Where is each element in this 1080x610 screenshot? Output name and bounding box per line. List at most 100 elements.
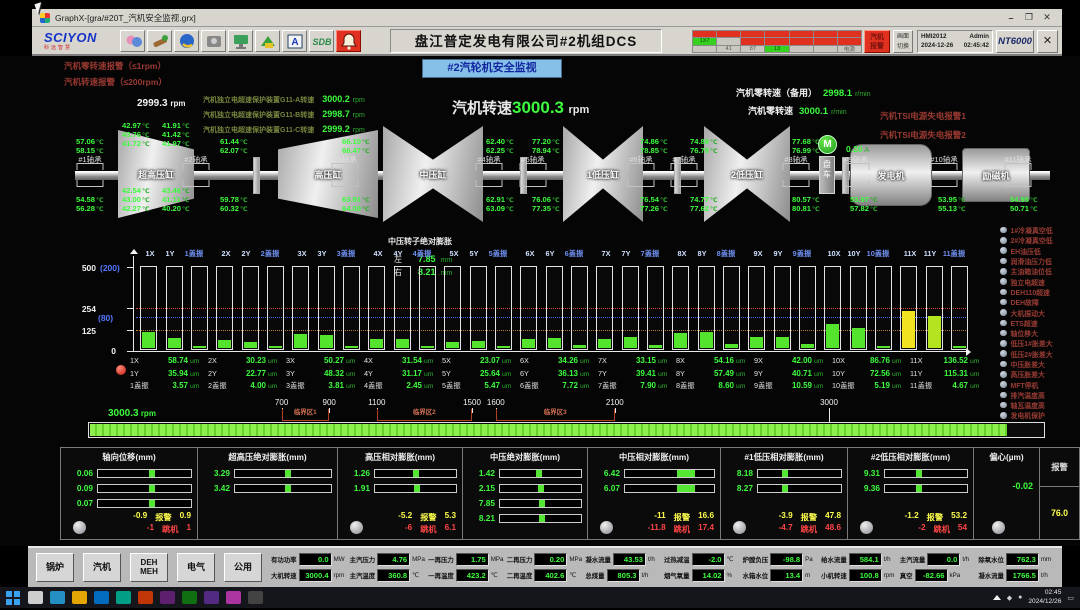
nav-button-锅炉[interactable]: 锅炉 xyxy=(36,553,74,582)
alarm-cell-r2c5[interactable] xyxy=(790,38,813,44)
nav-data-cell: 主汽流量0.0t/h xyxy=(900,553,976,566)
speed-tick-900: 900 xyxy=(323,398,336,407)
nav-data-value: 4.76 xyxy=(377,553,410,566)
taskbar-icon-store[interactable] xyxy=(116,591,131,604)
sdb-icon: SDB xyxy=(311,31,333,52)
monitor-icon-button[interactable] xyxy=(228,30,253,52)
network-icon[interactable]: ◆ xyxy=(1007,594,1012,602)
taskbar-icon-media[interactable] xyxy=(248,591,263,604)
critical-zone: 临界区2 xyxy=(377,409,472,421)
notification-icon[interactable]: ▭ xyxy=(1067,594,1074,602)
alarm-cell-r2c3[interactable] xyxy=(741,38,764,44)
alarm-cell-r1c2[interactable] xyxy=(717,31,740,37)
alarm-cell-r3c2[interactable]: 41 xyxy=(717,46,740,52)
alarm-cell-r1c5[interactable] xyxy=(790,31,813,37)
trip-limits: -4.7跳机48.6 xyxy=(749,523,841,535)
tray-expand-icon[interactable] xyxy=(993,595,1001,600)
alarm-limits: -3.9报警47.8 xyxy=(749,511,841,523)
gauge-marker xyxy=(916,485,922,492)
alarm-low: -0.9 xyxy=(133,511,147,523)
taskbar-icon-sheet[interactable] xyxy=(226,591,241,604)
gauge-value: 0.09 xyxy=(66,483,93,493)
close-graphic-button[interactable]: ✕ xyxy=(1037,30,1058,53)
machine-icon-button[interactable] xyxy=(201,30,226,52)
gauge-bar xyxy=(884,484,968,493)
nav-data-value: 360.8 xyxy=(377,569,410,582)
gauge-bar xyxy=(97,469,192,478)
gauge-value: 2.15 xyxy=(468,483,495,493)
nav-button-DEH-MEH[interactable]: DEH MEH xyxy=(130,553,168,582)
minimize-button[interactable]: – xyxy=(1004,13,1018,23)
alarm-cell-r3c7[interactable]: 电源 xyxy=(838,46,861,52)
alarm-cell-r3c4[interactable]: 13 xyxy=(765,46,788,52)
nav-data-row-2: 大机转速3000.4rpm主汽温度360.8℃一再温度423.2℃二再温度402… xyxy=(271,569,1054,582)
alarm-cell-r1c6[interactable] xyxy=(814,31,837,37)
alarm-cell-r1c4[interactable] xyxy=(765,31,788,37)
nav-data-unit: t/h xyxy=(884,556,891,563)
nav-data-label: 主汽温度 xyxy=(350,571,376,580)
nav-data-cell: 一再温度423.2℃ xyxy=(428,569,504,582)
gauge-row: 1.91 xyxy=(338,483,462,493)
panel-indicator-icon xyxy=(350,521,363,534)
taskbar-icon-photos[interactable] xyxy=(160,591,175,604)
font-icon-button[interactable]: A xyxy=(282,30,307,52)
book-icon-button[interactable] xyxy=(255,30,280,52)
users-icon-button[interactable] xyxy=(120,30,145,52)
gauge-bar xyxy=(499,499,582,508)
sdb-icon-button[interactable]: SDB xyxy=(309,30,334,52)
alarm-bell-button[interactable] xyxy=(336,30,361,52)
alarm-cell-r3c1[interactable] xyxy=(693,46,716,52)
gauge-bar xyxy=(374,469,457,478)
view-toggle-button[interactable]: 画面 切换 xyxy=(893,30,913,53)
restore-button[interactable]: ❐ xyxy=(1022,12,1036,23)
taskbar-icon-settings[interactable] xyxy=(182,591,197,604)
nav-data-cell: 二再压力0.20MPa xyxy=(507,553,583,566)
alarm-grid[interactable]: 1X7418713 电源 xyxy=(692,30,862,53)
alarm-cell-r2c4[interactable] xyxy=(765,38,788,44)
gauge-bar xyxy=(97,499,192,508)
taskbar-icon-search[interactable] xyxy=(28,591,43,604)
alarm-cell-r2c1[interactable]: 1X7 xyxy=(693,38,716,44)
taskbar-icon-edge[interactable] xyxy=(94,591,109,604)
alarm-cell-r1c3[interactable] xyxy=(741,31,764,37)
trip-low: -4.7 xyxy=(779,523,793,535)
alarm-cell-r3c3[interactable]: 87 xyxy=(741,46,764,52)
gauge-value: 1.91 xyxy=(343,483,370,493)
taskbar-icon-explorer[interactable] xyxy=(72,591,87,604)
globe-icon-button[interactable] xyxy=(174,30,199,52)
gauge-value: 1.42 xyxy=(468,468,495,478)
panel-1: 轴向位移(mm)0.060.090.07-0.9报警0.9-1跳机1 xyxy=(60,447,198,540)
taskbar-clock[interactable]: 02:45 2024/12/26 xyxy=(1028,589,1061,605)
nav-button-电气[interactable]: 电气 xyxy=(177,553,215,582)
volume-icon[interactable]: ● xyxy=(1018,594,1022,601)
nav-data-value: 1.75 xyxy=(456,553,489,566)
trip-low: -2 xyxy=(918,523,925,535)
taskbar-icon-doc[interactable] xyxy=(204,591,219,604)
taskbar-icon-task-view[interactable] xyxy=(50,591,65,604)
alarm-cell-r1c7[interactable] xyxy=(838,31,861,37)
trip-low: -6 xyxy=(405,523,412,535)
alarm-cell-r3c6[interactable] xyxy=(814,46,837,52)
alarm-cell-r3c5[interactable] xyxy=(790,46,813,52)
panel-indicator-icon xyxy=(73,521,86,534)
start-button[interactable] xyxy=(6,591,21,604)
trip-low: -11.8 xyxy=(647,523,665,535)
alarm-cell-r2c7[interactable] xyxy=(838,38,861,44)
turbine-alarm-button[interactable]: 汽机 报警 xyxy=(864,30,890,53)
taskbar-icon-mail[interactable] xyxy=(138,591,153,604)
nav-data-cell: 大机转速3000.4rpm xyxy=(271,569,347,582)
panel-7: #2低压相对膨胀(mm)9.319.36-1.2报警53.2-2跳机54 xyxy=(847,447,974,540)
eccentric-left: 偏心(µm)-0.02 xyxy=(974,448,1039,539)
speed-tick-1500: 1500 xyxy=(463,398,481,407)
tools-icon-button[interactable] xyxy=(147,30,172,52)
alarm-cell-r1c1[interactable] xyxy=(693,31,716,37)
trip-label: 跳机 xyxy=(162,523,178,535)
close-button[interactable]: ✕ xyxy=(1040,12,1054,23)
trip-high: 1 xyxy=(186,523,191,535)
gauge-bar xyxy=(234,484,332,493)
nav-button-公用[interactable]: 公用 xyxy=(224,553,262,582)
alarm-label: 报警 xyxy=(420,511,436,523)
nav-button-汽机[interactable]: 汽机 xyxy=(83,553,121,582)
alarm-cell-r2c2[interactable] xyxy=(717,38,740,44)
alarm-cell-r2c6[interactable] xyxy=(814,38,837,44)
